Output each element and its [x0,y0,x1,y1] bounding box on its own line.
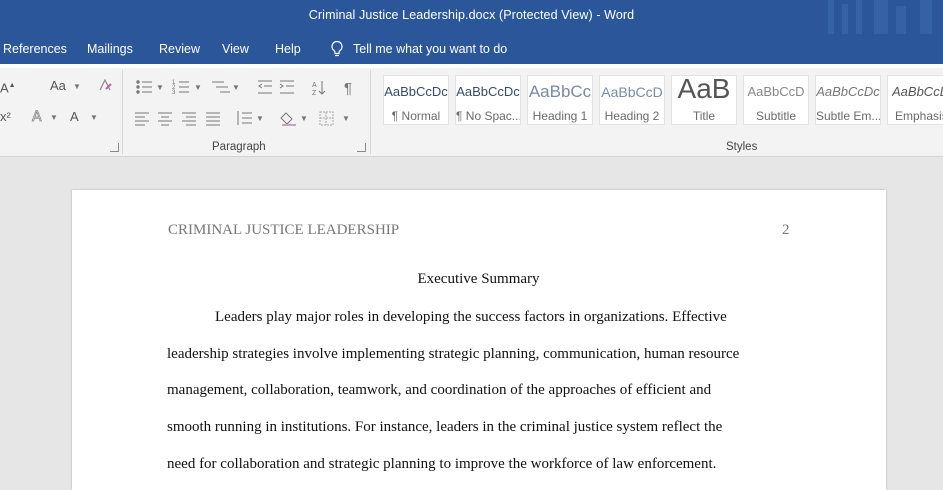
tab-review[interactable]: Review [159,42,200,56]
body-line: leadership strategies involve implementi… [167,346,740,362]
sort-icon[interactable]: AZ [312,81,326,96]
styles-group-label: Styles [726,141,758,153]
chevron-down-icon: ▼ [156,83,164,92]
style-subtitle[interactable]: AaBbCcD Subtitle [743,75,809,125]
body-line: Leaders play major roles in developing t… [215,309,727,325]
borders-icon[interactable] [319,111,334,126]
style-name: ¶ Normal [391,109,441,123]
chevron-down-icon: ▼ [232,83,240,92]
decorative-bar [856,0,862,36]
group-separator [370,70,371,154]
style-sample: AaBbCcDc [456,84,520,99]
paragraph-dialog-launcher[interactable] [357,143,366,152]
paragraph-row-1: ▼ 1 2 3 ▼ ▼ AZ ¶ [136,80,352,96]
style-sample: AaBbCcD [601,84,663,100]
chevron-down-icon: ▼ [50,113,58,122]
ribbon-top-edge [0,64,943,68]
page-number: 2 [782,222,790,238]
justify-icon[interactable] [206,112,220,126]
align-center-icon[interactable] [158,112,172,126]
style-emphasis[interactable]: AaBbCcDc Emphasis [887,75,943,125]
style-sample: AaBbCc [528,82,592,101]
style-name: ¶ No Spac... [456,109,520,123]
increase-indent-icon[interactable] [279,80,294,94]
paragraph-group-label: Paragraph [212,141,266,153]
chevron-down-icon: ▼ [256,114,264,123]
section-heading: Executive Summary [417,271,540,287]
text-effects-icon[interactable]: A [30,108,46,128]
window-title: Criminal Justice Leadership.docx (Protec… [308,8,635,22]
style-heading-2[interactable]: AaBbCcD Heading 2 [599,75,665,125]
style-normal[interactable]: AaBbCcDc ¶ Normal [383,75,449,125]
tell-me-search[interactable]: Tell me what you want to do [329,40,507,58]
lightbulb-icon [331,40,343,57]
style-subtle-emphasis[interactable]: AaBbCcDc Subtle Em... [815,75,881,125]
title-bar: Criminal Justice Leadership.docx (Protec… [0,0,943,42]
style-name: Title [692,109,716,123]
clear-formatting-icon[interactable] [97,77,113,97]
numbering-icon[interactable]: 1 2 3 [172,80,189,96]
style-sample: AaBbCcD [747,84,805,99]
chevron-down-icon: ▼ [342,114,350,123]
svg-text:3: 3 [172,90,176,96]
svg-text:A: A [312,82,317,89]
running-header: CRIMINAL JUSTICE LEADERSHIP [168,222,400,238]
style-name: Subtitle [755,109,797,123]
style-name: Emphasis [895,109,943,123]
chevron-down-icon: ▼ [300,114,308,123]
change-case-button[interactable]: Aa [50,78,66,94]
shading-icon[interactable] [280,112,296,126]
paragraph-row-2: ▼ ▼ ▼ [135,111,350,126]
style-title[interactable]: AaB Title [671,73,737,125]
tab-mailings[interactable]: Mailings [87,42,133,56]
style-sample: AaB [677,73,731,104]
svg-text:Z: Z [312,90,317,96]
style-name: Subtle Em... [816,109,880,123]
style-sample: AaBbCcDc [892,84,943,99]
font-color-button[interactable]: A [70,109,79,125]
ribbon-tabs: References Mailings Review View Help Tel… [0,34,943,64]
font-dialog-launcher[interactable] [110,143,119,152]
chevron-down-icon: ▼ [194,83,202,92]
svg-text:A: A [32,109,42,124]
group-separator [122,70,123,154]
tab-help[interactable]: Help [275,42,301,56]
body-line: need for collaboration and strategic pla… [167,456,717,472]
style-name: Heading 1 [532,109,588,123]
align-right-icon[interactable] [182,112,196,126]
style-no-spacing[interactable]: AaBbCcDc ¶ No Spac... [455,75,521,125]
subscript-button[interactable]: x² [0,109,11,125]
bullets-icon[interactable] [136,80,152,94]
grow-font-button[interactable]: A▲ [0,78,16,96]
align-left-icon[interactable] [135,112,149,126]
style-sample: AaBbCcDc [816,84,880,99]
body-line: smooth running in institutions. For inst… [167,419,723,435]
decorative-bar [920,0,932,36]
chevron-down-icon: ▼ [90,113,98,122]
decorative-bar [828,0,834,36]
tab-view[interactable]: View [222,42,249,56]
tell-me-label: Tell me what you want to do [353,42,508,56]
tab-references[interactable]: References [3,42,67,56]
style-heading-1[interactable]: AaBbCc Heading 1 [527,75,593,125]
decorative-bar [874,0,888,36]
multilevel-list-icon[interactable] [212,81,230,93]
decrease-indent-icon[interactable] [258,80,272,94]
style-sample: AaBbCcDc [384,84,448,99]
body-line: management, collaboration, teamwork, and… [167,382,712,398]
style-name: Heading 2 [604,109,660,123]
show-formatting-marks-icon[interactable]: ¶ [344,80,352,96]
chevron-down-icon: ▼ [73,82,81,91]
line-spacing-icon[interactable] [237,111,252,125]
